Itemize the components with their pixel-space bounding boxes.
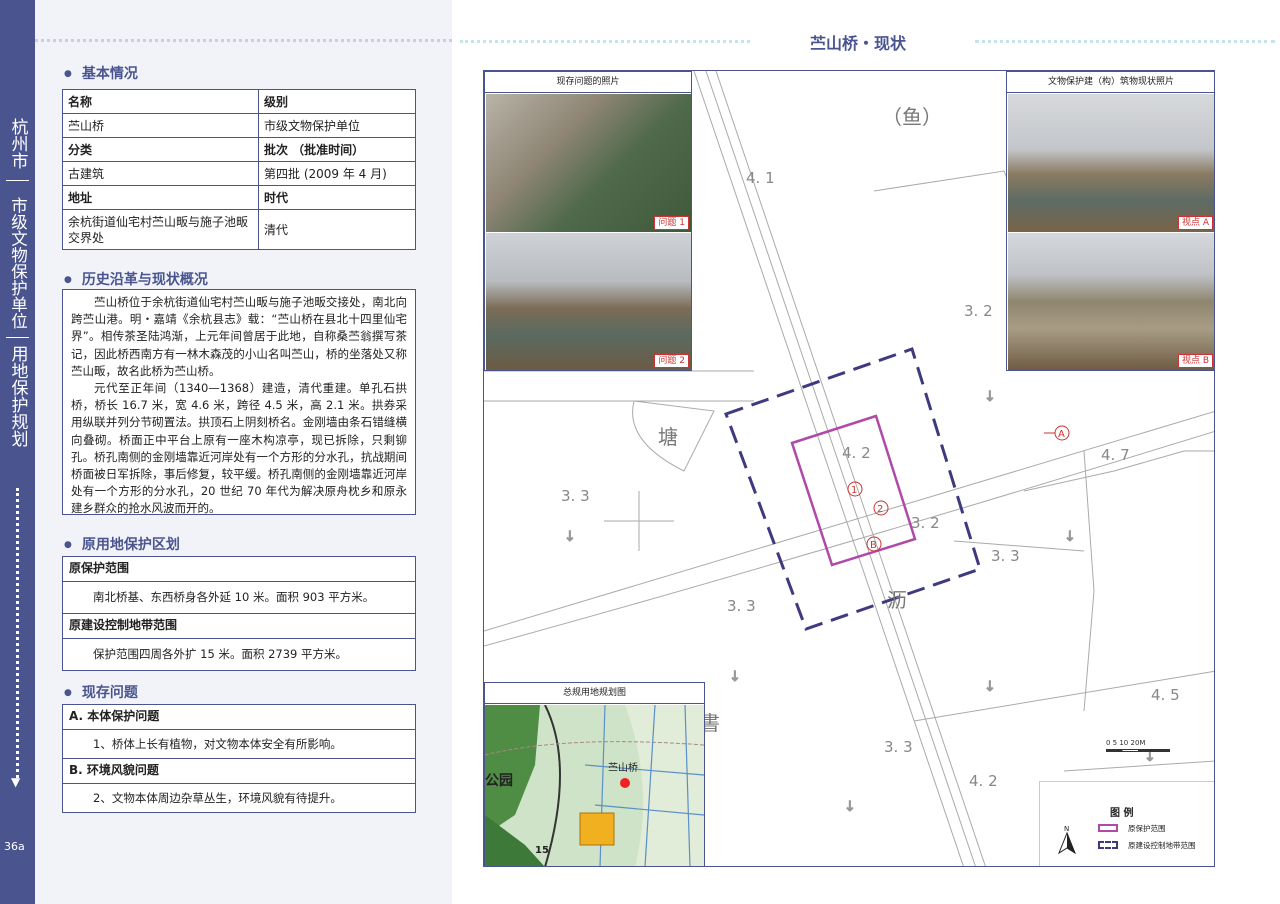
elevation-label: 3. 3 [991, 547, 1020, 565]
history-paragraph: 元代至正年间（1340—1368）建造，清代重建。单孔石拱桥，桥长 16.7 米… [71, 381, 407, 516]
map-marker: 2 [877, 504, 883, 515]
history-paragraph: 苎山桥位于余杭街道仙宅村苎山畈与施子池畈交接处，南北向跨苎山港。明・嘉靖《余杭县… [71, 295, 407, 378]
panel-title: 总规用地规划图 [485, 683, 704, 704]
issue-text: 2、文物本体周边杂草丛生，环境风貌有待提升。 [93, 790, 342, 805]
arrow-down-icon: ▼ [11, 775, 21, 789]
site-plan-number: 15 [535, 845, 549, 856]
table-label: 名称 [62, 89, 259, 114]
site-plan-map: 苎山桥 公园 15 [485, 705, 704, 866]
sidebar: 杭州市 市级文物保护单位 用地保护规划 ▼ 36a [0, 0, 35, 904]
legend-protection-swatch [1098, 824, 1118, 832]
legend-label: 原建设控制地带范围 [1128, 841, 1196, 850]
issues-box: A. 本体保护问题 1、桥体上长有植物，对文物本体安全有所影响。 B. 环境风貌… [62, 704, 416, 814]
basic-info-table: 名称 级别 苎山桥 市级文物保护单位 分类 批次 （批准时间） 古建筑 第四批 (200… [62, 89, 416, 250]
photo-caption: 视点 A [1177, 216, 1213, 230]
legend-title: 图 例 [1110, 808, 1134, 819]
elevation-label: 3. 3 [884, 738, 913, 756]
status-photos-panel: 文物保护建（构）筑物现状照片 视点 A 视点 B [1006, 71, 1214, 371]
map-marker: B [870, 540, 877, 551]
issue-heading: A. 本体保护问题 [63, 705, 415, 730]
sidebar-title-plan: 用地保护规划 [7, 344, 28, 447]
flow-arrow: ↓ [844, 799, 856, 815]
sidebar-title-category: 市级文物保护单位 [8, 197, 28, 329]
flow-arrow: ↓ [984, 389, 996, 405]
map-label: （鱼） [882, 105, 942, 129]
protection-heading: 原建设控制地带范围 [63, 614, 415, 639]
table-value: 清代 [258, 209, 416, 250]
scale-label: 0 5 10 20M [1106, 739, 1146, 747]
north-arrow-icon: N [1055, 825, 1079, 855]
elevation-label: 3. 2 [964, 302, 993, 320]
history-text-box: 苎山桥位于余杭街道仙宅村苎山畈与施子池畈交接处，南北向跨苎山港。明・嘉靖《余杭县… [62, 289, 416, 515]
sidebar-dotted-line [16, 488, 19, 778]
sidebar-title-city: 杭州市 [7, 117, 28, 169]
table-value: 第四批 (2009 年 4 月) [258, 161, 416, 186]
section-title-history: 历史沿革与现状概况 [64, 269, 208, 289]
elevation-label: 3. 3 [727, 597, 756, 615]
sidebar-divider [6, 337, 29, 338]
flow-arrow: ↓ [984, 679, 996, 695]
issue-photos-panel: 现存问题的照片 问题 1 问题 2 [484, 71, 692, 371]
elevation-label: 4. 2 [969, 772, 998, 790]
dotted-rule [35, 39, 452, 42]
panel-title: 文物保护建（构）筑物现状照片 [1007, 72, 1214, 93]
site-map: 1 2 B A ↓ ↓ ↓ ↓ ↓ ↓ ↓ （鱼） 塘 沥 書 4. 1 3. … [483, 70, 1215, 867]
elevation-label: 3. 3 [561, 487, 590, 505]
issue-heading: B. 环境风貌问题 [63, 759, 415, 784]
site-plan-label: 苎山桥 [608, 763, 638, 774]
photo-caption: 问题 2 [654, 354, 689, 368]
photo-caption: 问题 1 [654, 216, 689, 230]
protection-text: 保护范围四周各外扩 15 米。面积 2739 平方米。 [93, 646, 348, 661]
map-marker: 1 [851, 485, 857, 496]
legend-label: 原保护范围 [1128, 824, 1166, 833]
table-label: 分类 [62, 137, 259, 162]
legend-control-swatch [1098, 841, 1118, 849]
elevation-label: 3. 2 [911, 514, 940, 532]
status-photo-a[interactable]: 视点 A [1008, 94, 1214, 232]
elevation-label: 4. 2 [842, 444, 871, 462]
flow-arrow: ↓ [729, 669, 741, 685]
table-label: 批次 （批准时间） [258, 137, 416, 162]
panel-title: 现存问题的照片 [485, 72, 691, 93]
section-title-protection: 原用地保护区划 [64, 534, 180, 554]
dotted-rule [975, 40, 1275, 43]
protection-text: 南北桥基、东西桥身各外延 10 米。面积 903 平方米。 [63, 582, 415, 615]
site-plan-park: 公园 [485, 773, 513, 789]
flow-arrow: ↓ [564, 529, 576, 545]
page-title: 苎山桥・现状 [810, 34, 907, 53]
table-label: 地址 [62, 185, 259, 210]
scale-bar [1106, 749, 1170, 752]
issue-photo-1[interactable]: 问题 1 [486, 94, 691, 232]
map-marker: A [1058, 429, 1065, 440]
dotted-rule [460, 40, 750, 43]
legend: 图 例 N 原保护范围 原建设控制地带范围 [1039, 781, 1214, 866]
page-number: 36a [4, 840, 25, 853]
flow-arrow: ↓ [1064, 529, 1076, 545]
section-title-issues: 现存问题 [64, 682, 138, 702]
table-label: 时代 [258, 185, 416, 210]
elevation-label: 4. 5 [1151, 686, 1180, 704]
table-value: 余杭街道仙宅村苎山畈与施子池畈交界处 [62, 209, 259, 250]
photo-caption: 视点 B [1177, 354, 1213, 368]
table-value: 市级文物保护单位 [258, 113, 416, 138]
sidebar-divider [6, 180, 29, 181]
section-title-basic: 基本情况 [64, 63, 138, 83]
elevation-label: 4. 7 [1101, 446, 1130, 464]
map-label: 沥 [887, 588, 907, 612]
table-label: 级别 [258, 89, 416, 114]
status-photo-b[interactable]: 视点 B [1008, 233, 1214, 370]
issue-text: 1、桥体上长有植物，对文物本体安全有所影响。 [63, 730, 415, 760]
table-value: 古建筑 [62, 161, 259, 186]
protection-box: 原保护范围 南北桥基、东西桥身各外延 10 米。面积 903 平方米。 原建设控… [62, 556, 416, 672]
issue-photo-2[interactable]: 问题 2 [486, 233, 691, 370]
protection-heading: 原保护范围 [63, 557, 415, 582]
table-value: 苎山桥 [62, 113, 259, 138]
site-plan-inset: 总规用地规划图 苎山桥 公园 15 [484, 682, 705, 866]
north-label: N [1064, 825, 1070, 833]
map-label: 塘 [658, 425, 678, 449]
elevation-label: 4. 1 [746, 169, 775, 187]
